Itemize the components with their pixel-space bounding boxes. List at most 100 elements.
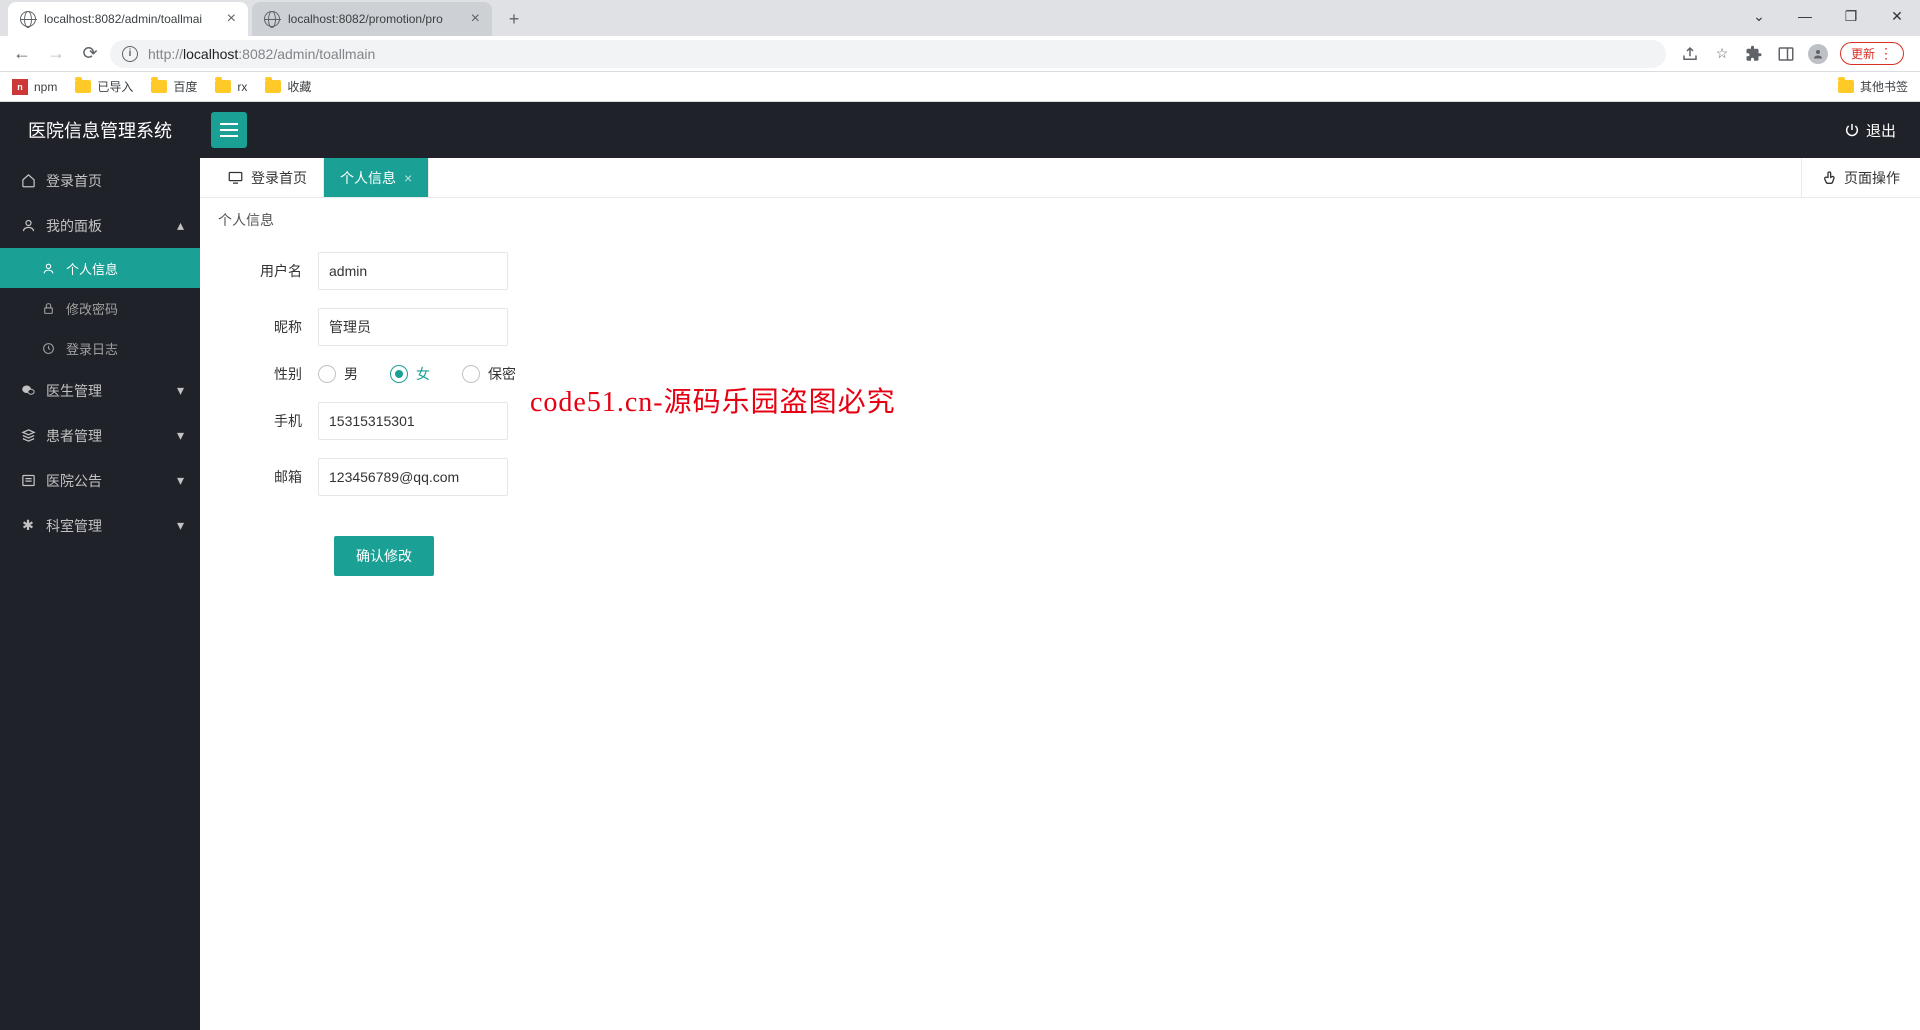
globe-icon: [264, 11, 280, 27]
submit-button[interactable]: 确认修改: [334, 536, 434, 576]
panel-icon[interactable]: [1776, 44, 1796, 64]
topbar: 医院信息管理系统 退出: [0, 102, 1920, 158]
globe-icon: [20, 11, 36, 27]
folder-icon: [1838, 80, 1854, 93]
folder-icon: [151, 80, 167, 93]
url-text: http://localhost:8082/admin/toallmain: [148, 46, 375, 62]
wechat-icon: [20, 383, 36, 398]
nav-change-pwd[interactable]: 修改密码: [0, 288, 200, 328]
url-field[interactable]: i http://localhost:8082/admin/toallmain: [110, 40, 1666, 68]
bookmark-fav[interactable]: 收藏: [265, 78, 311, 95]
browser-tab-active[interactable]: localhost:8082/admin/toallmai ×: [8, 2, 248, 36]
window-dropdown-icon[interactable]: ⌄: [1736, 0, 1782, 32]
email-input[interactable]: [318, 458, 508, 496]
address-bar: ← → ⟳ i http://localhost:8082/admin/toal…: [0, 36, 1920, 72]
window-maximize-icon[interactable]: ❐: [1828, 0, 1874, 32]
label-phone: 手机: [218, 411, 318, 431]
phone-input[interactable]: [318, 402, 508, 440]
puzzle-icon[interactable]: [1744, 44, 1764, 64]
window-close-icon[interactable]: ✕: [1874, 0, 1920, 32]
brand-title: 医院信息管理系统: [0, 117, 200, 143]
nav-notice[interactable]: 医院公告 ▾: [0, 458, 200, 503]
home-icon: [20, 173, 36, 188]
nav-patient-mgmt[interactable]: 患者管理 ▾: [0, 413, 200, 458]
label-nickname: 昵称: [218, 317, 318, 337]
share-icon[interactable]: [1680, 44, 1700, 64]
app-root: 医院信息管理系统 退出 登录首页 我的面板 ▴ 个人信息: [0, 102, 1920, 1030]
nav-reload-icon[interactable]: ⟳: [76, 40, 104, 68]
browser-chrome: ⌄ — ❐ ✕ localhost:8082/admin/toallmai × …: [0, 0, 1920, 102]
profile-form: 用户名 昵称 性别 男 女: [200, 242, 1920, 586]
folder-icon: [265, 80, 281, 93]
monitor-icon: [228, 171, 243, 184]
page-operations-button[interactable]: 页面操作: [1801, 158, 1920, 197]
chevron-down-icon: ▾: [177, 517, 184, 534]
chevron-down-icon: ▾: [177, 472, 184, 489]
content-tabs: 登录首页 个人信息 × 页面操作: [200, 158, 1920, 198]
layers-icon: [20, 428, 36, 443]
browser-tab-label: localhost:8082/admin/toallmai: [44, 12, 219, 26]
label-email: 邮箱: [218, 467, 318, 487]
bookmark-npm[interactable]: nnpm: [12, 79, 57, 95]
username-input[interactable]: [318, 252, 508, 290]
nav-forward-icon[interactable]: →: [42, 40, 70, 68]
user-icon: [40, 262, 56, 275]
new-tab-button[interactable]: +: [500, 5, 528, 33]
sidebar: 登录首页 我的面板 ▴ 个人信息 修改密码 登录日志 医生管理: [0, 158, 200, 1030]
radio-icon: [318, 365, 336, 383]
update-button[interactable]: 更新 ⋮: [1840, 42, 1904, 65]
window-minimize-icon[interactable]: —: [1782, 0, 1828, 32]
chevron-down-icon: ▾: [177, 382, 184, 399]
radio-icon: [390, 365, 408, 383]
logout-button[interactable]: 退出: [1820, 120, 1920, 141]
radio-male[interactable]: 男: [318, 364, 358, 384]
bookmark-baidu[interactable]: 百度: [151, 78, 197, 95]
label-gender: 性别: [218, 364, 318, 384]
bookmark-imported[interactable]: 已导入: [75, 78, 133, 95]
newspaper-icon: [20, 473, 36, 488]
user-icon: [20, 218, 36, 233]
tab-close-icon[interactable]: ×: [471, 10, 480, 28]
bookmark-other[interactable]: 其他书签: [1838, 78, 1908, 95]
folder-icon: [215, 80, 231, 93]
breadcrumb: 个人信息: [200, 198, 1920, 242]
address-bar-actions: ☆ 更新 ⋮: [1672, 42, 1912, 65]
nickname-input[interactable]: [318, 308, 508, 346]
label-username: 用户名: [218, 261, 318, 281]
nav-my-panel[interactable]: 我的面板 ▴: [0, 203, 200, 248]
tab-profile[interactable]: 个人信息 ×: [324, 158, 429, 197]
lock-icon: [40, 302, 56, 315]
site-info-icon[interactable]: i: [122, 46, 138, 62]
profile-avatar[interactable]: [1808, 44, 1828, 64]
hand-pointer-icon: [1822, 170, 1838, 186]
nav-dept-mgmt[interactable]: ✱ 科室管理 ▾: [0, 503, 200, 548]
nav-back-icon[interactable]: ←: [8, 40, 36, 68]
bookmark-rx[interactable]: rx: [215, 80, 247, 94]
radio-icon: [462, 365, 480, 383]
radio-secret[interactable]: 保密: [462, 364, 516, 384]
browser-tab-label: localhost:8082/promotion/pro: [288, 12, 463, 26]
tab-close-icon[interactable]: ×: [227, 10, 236, 28]
radio-female[interactable]: 女: [390, 364, 430, 384]
chevron-up-icon: ▴: [177, 217, 184, 234]
gender-radio-group: 男 女 保密: [318, 364, 516, 384]
main-content: 登录首页 个人信息 × 页面操作 个人信息 用户名: [200, 158, 1920, 1030]
tab-login-home[interactable]: 登录首页: [212, 158, 324, 197]
nav-login-home[interactable]: 登录首页: [0, 158, 200, 203]
clock-icon: [40, 342, 56, 355]
power-icon: [1844, 122, 1860, 138]
nav-login-log[interactable]: 登录日志: [0, 328, 200, 368]
sidebar-toggle-button[interactable]: [211, 112, 247, 148]
star-icon[interactable]: ☆: [1712, 44, 1732, 64]
chevron-down-icon: ▾: [177, 427, 184, 444]
kebab-icon: ⋮: [1879, 45, 1893, 62]
hamburger-icon: [220, 122, 238, 138]
nav-doctor-mgmt[interactable]: 医生管理 ▾: [0, 368, 200, 413]
window-controls: ⌄ — ❐ ✕: [1736, 0, 1920, 32]
browser-tab-inactive[interactable]: localhost:8082/promotion/pro ×: [252, 2, 492, 36]
snowflake-icon: ✱: [20, 517, 36, 534]
nav-profile[interactable]: 个人信息: [0, 248, 200, 288]
tab-close-icon[interactable]: ×: [404, 170, 412, 186]
npm-icon: n: [12, 79, 28, 95]
browser-tab-bar: localhost:8082/admin/toallmai × localhos…: [0, 0, 1920, 36]
